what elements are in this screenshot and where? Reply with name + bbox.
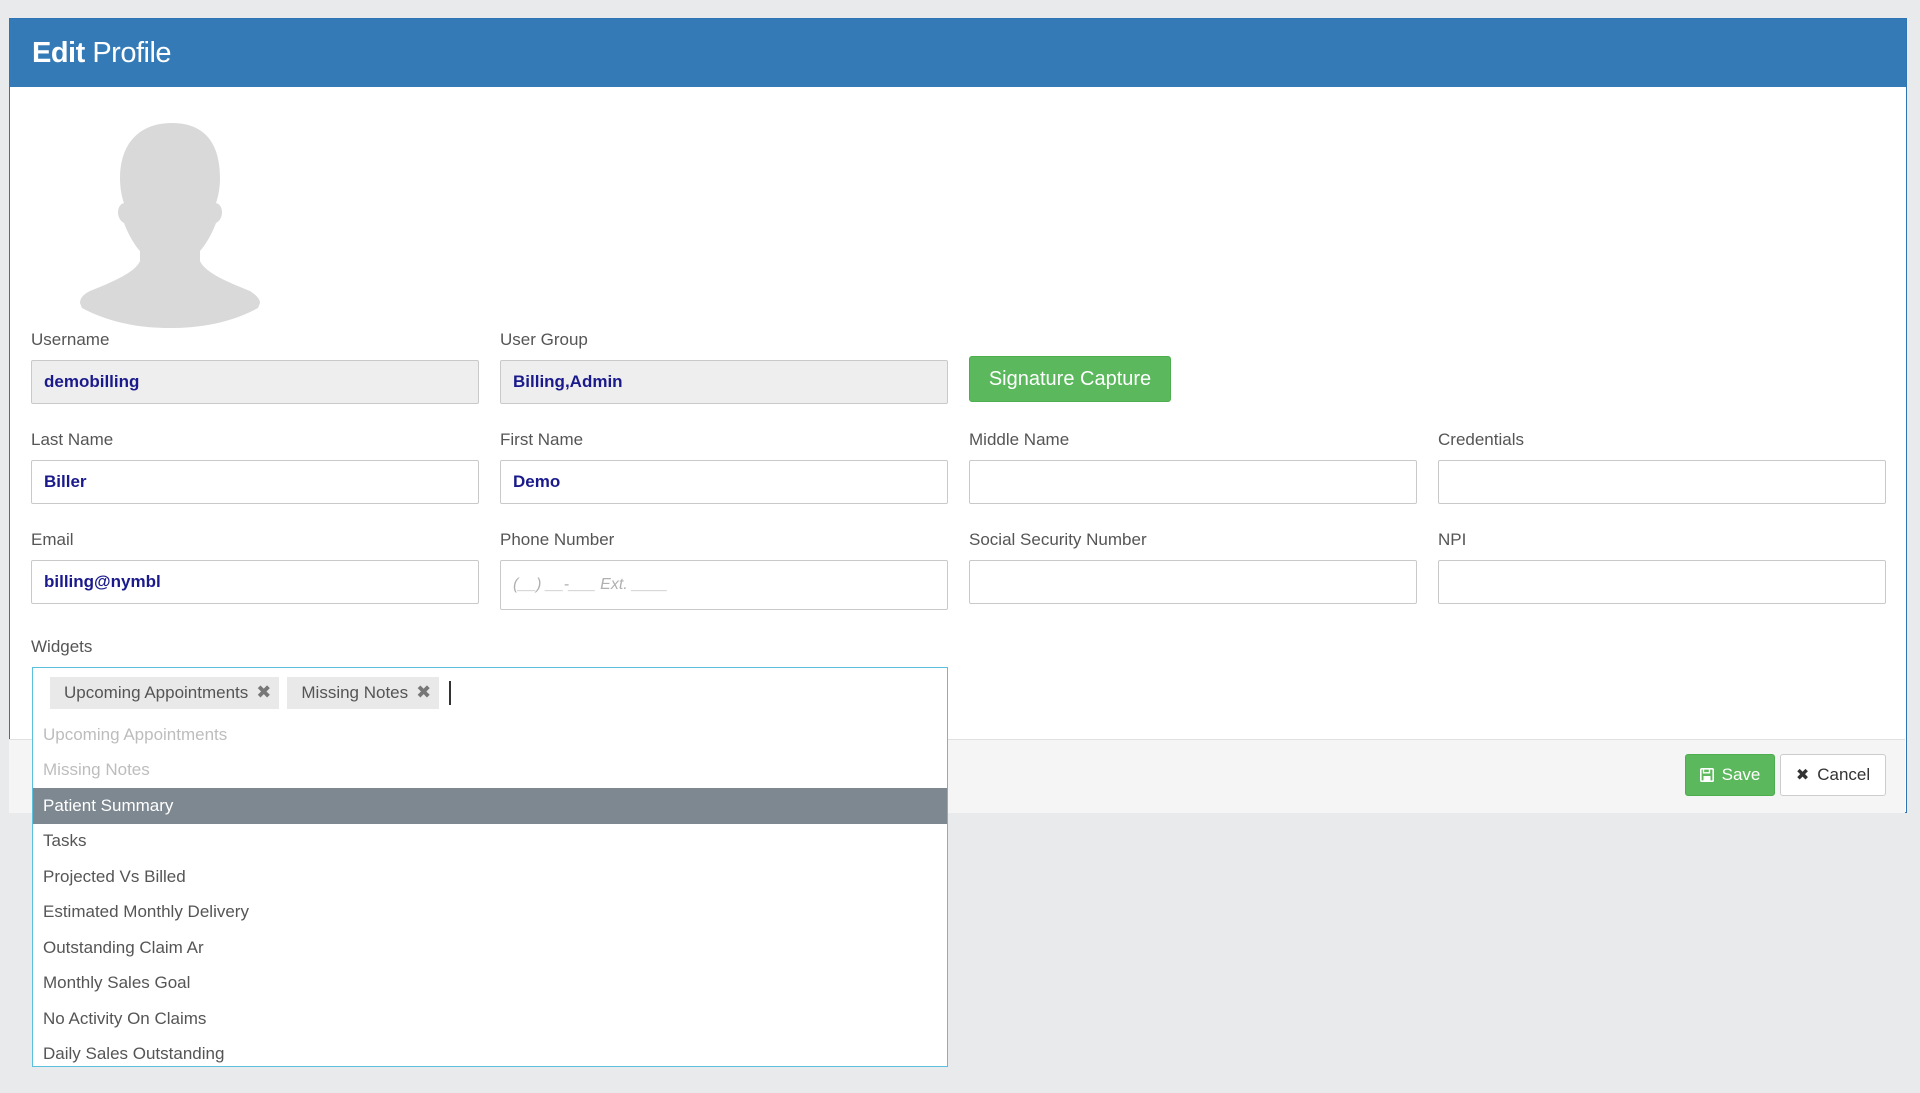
- widget-option: Missing Notes: [43, 760, 150, 780]
- ssn-input[interactable]: [969, 560, 1417, 604]
- widget-tag-label: Missing Notes: [301, 682, 409, 702]
- email-label: Email: [31, 530, 74, 549]
- credentials-field-group: Credentials: [1438, 430, 1886, 504]
- modal-title: Edit Profile: [32, 36, 172, 70]
- username-label: Username: [31, 330, 110, 349]
- phone-field-group: Phone Number (__) __-___ Ext. ____: [500, 530, 948, 610]
- remove-tag-icon[interactable]: ✖: [256, 682, 271, 703]
- first-name-input[interactable]: Demo: [500, 460, 948, 504]
- widget-option[interactable]: Daily Sales Outstanding: [33, 1037, 947, 1067]
- widget-tag[interactable]: Upcoming Appointments ✖: [50, 676, 280, 709]
- widgets-label: Widgets: [31, 637, 93, 656]
- npi-input[interactable]: [1438, 560, 1886, 604]
- save-floppy-icon: [1699, 768, 1714, 782]
- remove-tag-icon[interactable]: ✖: [416, 682, 431, 703]
- widget-option: Upcoming Appointments: [43, 724, 228, 744]
- widget-option[interactable]: No Activity On Claims: [33, 1001, 947, 1037]
- avatar-placeholder-icon[interactable]: [80, 123, 260, 328]
- widget-option[interactable]: Monthly Sales Goal: [33, 966, 947, 1002]
- signature-capture-button[interactable]: Signature Capture: [969, 356, 1171, 402]
- cancel-button[interactable]: ✖ Cancel: [1780, 754, 1886, 796]
- save-label: Save: [1721, 765, 1761, 784]
- middle-name-label: Middle Name: [969, 430, 1070, 449]
- last-name-label: Last Name: [31, 430, 114, 449]
- first-name-field-group: First Name Demo: [500, 430, 948, 504]
- widget-option[interactable]: Outstanding Claim Ar: [33, 930, 947, 966]
- cancel-label: Cancel: [1817, 765, 1871, 784]
- email-field-group: Email billing@nymbl: [31, 530, 479, 604]
- credentials-label: Credentials: [1438, 430, 1524, 449]
- user-group-field-group: User Group Billing,Admin: [500, 330, 948, 404]
- npi-label: NPI: [1438, 530, 1467, 549]
- modal-title-bold: Edit: [32, 36, 85, 69]
- ssn-label: Social Security Number: [969, 530, 1147, 549]
- widget-option[interactable]: Patient Summary: [33, 788, 947, 824]
- email-input[interactable]: billing@nymbl: [31, 560, 479, 604]
- ssn-field-group: Social Security Number: [969, 530, 1417, 604]
- npi-field-group: NPI: [1438, 530, 1886, 604]
- last-name-input[interactable]: Biller: [31, 460, 479, 504]
- widget-tag[interactable]: Missing Notes ✖: [287, 676, 440, 709]
- last-name-field-group: Last Name Biller: [31, 430, 479, 504]
- user-group-label: User Group: [500, 330, 588, 349]
- modal-header: Edit Profile: [10, 19, 1906, 87]
- text-cursor: [449, 680, 452, 705]
- widgets-multiselect[interactable]: Upcoming Appointments ✖ Missing Notes ✖: [32, 667, 948, 717]
- widgets-dropdown-list: Upcoming Appointments Missing Notes Patien…: [32, 717, 948, 1067]
- middle-name-input[interactable]: [969, 460, 1417, 504]
- widget-tag-label: Upcoming Appointments: [64, 682, 249, 702]
- phone-input[interactable]: (__) __-___ Ext. ____: [500, 560, 948, 610]
- credentials-input[interactable]: [1438, 460, 1886, 504]
- middle-name-field-group: Middle Name: [969, 430, 1417, 504]
- widget-option[interactable]: Tasks: [33, 824, 947, 860]
- username-input[interactable]: demobilling: [31, 360, 479, 404]
- save-button[interactable]: Save: [1685, 754, 1775, 796]
- phone-placeholder: (__) __-___ Ext. ____: [513, 576, 668, 593]
- close-icon: ✖: [1795, 767, 1810, 784]
- widget-option[interactable]: Estimated Monthly Delivery: [33, 895, 947, 931]
- first-name-label: First Name: [500, 430, 584, 449]
- username-field-group: Username demobilling: [31, 330, 479, 404]
- phone-label: Phone Number: [500, 530, 615, 549]
- widget-option[interactable]: Projected Vs Billed: [33, 859, 947, 895]
- modal-title-light: Profile: [92, 36, 172, 69]
- user-group-input[interactable]: Billing,Admin: [500, 360, 948, 404]
